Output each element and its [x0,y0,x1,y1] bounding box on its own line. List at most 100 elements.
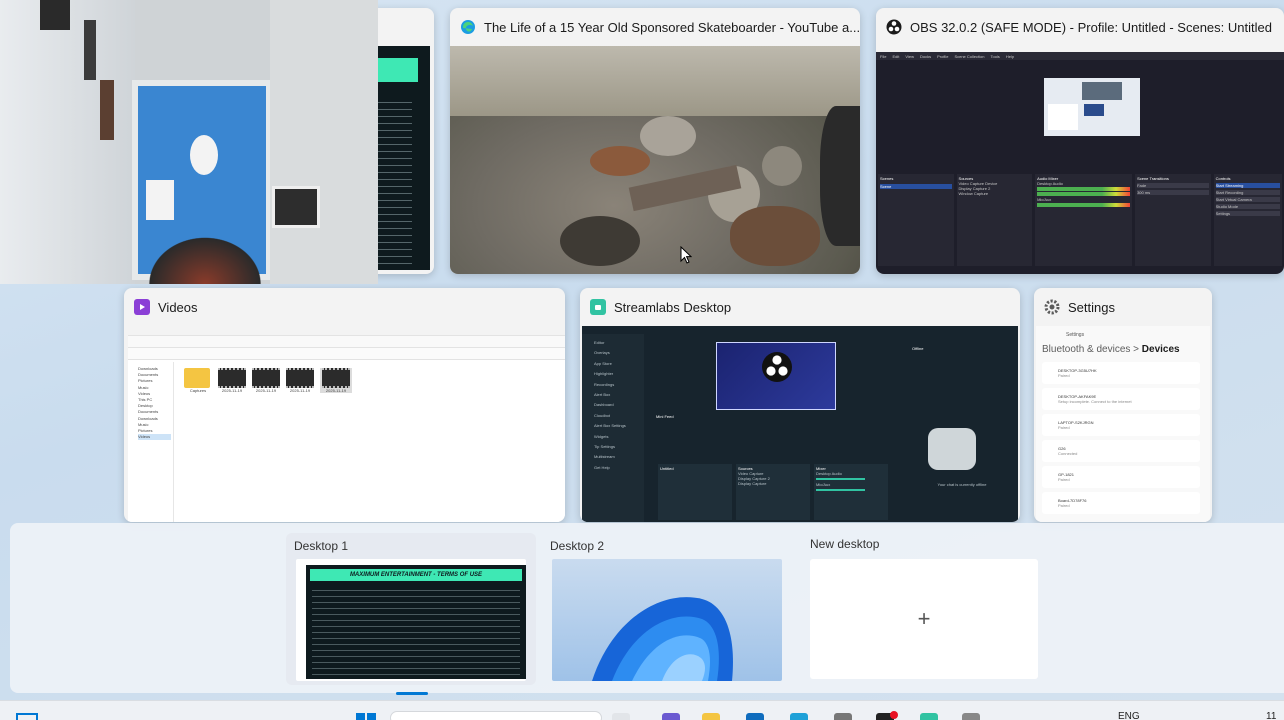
desktop-1-label: Desktop 1 [294,539,349,553]
task-view-icon[interactable] [612,713,630,720]
obs-menu-docks[interactable]: Docks [920,54,931,59]
sources-dock: Sources Video Capture Display Capture 2 … [736,464,810,520]
device-row[interactable]: LAPTOP-S2KJRGN Paired [1042,414,1200,436]
streamlabs-icon [590,299,606,315]
obs-mixer-dock: Audio Mixer Desktop Audio Mic/Aux [1035,174,1133,266]
device-row[interactable]: DESKTOP-AKFAK9E Setup incomplete. Connect… [1042,388,1200,410]
explorer-nav-pane: Downloads Documents Pictures Music Video… [128,362,174,522]
settings-taskbar-icon[interactable] [962,713,980,720]
search-box[interactable] [390,711,602,720]
file-item[interactable]: 2025-11-19 [286,368,314,393]
device-row[interactable]: GP-1821 Paired [1042,466,1200,488]
videos-explorer-thumbnail: Downloads Documents Pictures Music Video… [128,324,565,522]
obs-menu-tools[interactable]: Tools [990,54,999,59]
obs-menu-profile[interactable]: Profile [937,54,948,59]
device-row[interactable]: DESKTOP-3G5U7HK Paired [1042,362,1200,384]
streamlabs-preview [716,342,836,410]
file-item[interactable]: 2025-11-19 [252,368,280,393]
nav-item[interactable]: Tip Settings [594,442,642,452]
streamlabs-offline-label: Offline [912,346,924,351]
device-row[interactable]: G26 Connected [1042,440,1200,462]
nav-item[interactable]: Videos [138,434,171,441]
dock-title: Untitled [660,466,674,471]
desktop-1-card[interactable]: Desktop 1 MAXIMUM ENTERTAINMENT - TERMS … [286,533,536,695]
widgets-icon[interactable] [16,713,38,720]
new-desktop-card[interactable]: New desktop + [800,533,1050,685]
breadcrumb-parent[interactable]: Bluetooth & devices [1042,344,1130,355]
obs-dock-title: Scene Transitions [1137,176,1169,181]
nav-item[interactable]: Multistream [594,452,642,462]
streamlabs-chat-icon [928,428,976,470]
nav-item[interactable]: Get Help [594,463,642,473]
obs-sources-dock: Sources Video Capture Device Display Cap… [956,174,1033,266]
window-title-bar: OBS 32.0.2 (SAFE MODE) - Profile: Untitl… [876,8,1284,46]
edge-taskbar-icon[interactable] [790,713,808,720]
nav-item[interactable]: Alert Box [594,390,642,400]
window-card-obs[interactable]: OBS 32.0.2 (SAFE MODE) - Profile: Untitl… [876,8,1284,274]
obs-source-item[interactable]: Window Capture [959,191,1031,196]
window-card-streamlabs[interactable]: Streamlabs Desktop Editor Overlays App S… [580,288,1020,522]
mini-feed-label: Mini Feed [656,414,674,419]
obs-virtual-camera-button[interactable]: Start Virtual Camera [1215,197,1280,202]
nav-item[interactable]: Overlays [594,348,642,358]
app-taskbar-icon[interactable] [834,713,852,720]
copilot-icon[interactable] [662,713,680,720]
obs-meter[interactable] [1037,187,1131,191]
streamlabs-taskbar-icon[interactable] [920,713,938,720]
obs-transition-select[interactable]: Fade [1137,183,1209,188]
obs-meter[interactable] [1037,192,1131,196]
obs-scene-item[interactable]: Scene [880,184,952,189]
mail-icon[interactable] [746,713,764,720]
obs-studio-mode-button[interactable]: Studio Mode [1215,204,1280,209]
nav-item[interactable]: Editor [594,338,642,348]
taskbar: ENG 11 [0,700,1284,720]
file-item[interactable]: Captures [184,368,212,393]
mixer-channel: Mic/Aux [816,482,831,487]
obs-menu-view[interactable]: View [905,54,914,59]
obs-start-streaming-button[interactable]: Start Streaming [1215,183,1280,188]
nav-item[interactable]: Recordings [594,380,642,390]
breadcrumb-current: Devices [1141,344,1180,355]
obs-settings-button[interactable]: Settings [1215,211,1280,216]
clock[interactable]: 11 [1266,712,1276,720]
obs-menu-help[interactable]: Help [1006,54,1014,59]
obs-dock-title: Controls [1215,176,1231,181]
new-desktop-label: New desktop [810,537,880,551]
obs-scenes-dock: Scenes Scene [878,174,954,266]
device-row[interactable]: Board-7D78F76 Paired [1042,492,1200,514]
nav-item[interactable]: App Store [594,359,642,369]
source-item[interactable]: Display Capture [738,481,808,486]
new-desktop-button[interactable]: + [810,559,1038,679]
window-title-bar: The Life of a 15 Year Old Sponsored Skat… [450,8,860,46]
nav-item[interactable]: Dashboard [594,400,642,410]
file-item[interactable]: 2025-11-19 [218,368,246,393]
mixer-slider[interactable] [816,478,865,480]
obs-start-recording-button[interactable]: Start Recording [1215,190,1280,195]
file-explorer-icon[interactable] [702,713,720,720]
youtube-video-thumbnail [450,46,860,274]
nav-item[interactable]: Cloudbot [594,411,642,421]
obs-meter[interactable] [1037,203,1131,207]
obs-menu-edit[interactable]: Edit [892,54,899,59]
nav-item[interactable]: Alert Box Settings [594,421,642,431]
language-indicator[interactable]: ENG [1118,712,1140,720]
mixer-slider[interactable] [816,489,865,491]
webcam-overlay [0,0,378,284]
obs-icon [886,19,902,35]
nav-item[interactable]: Highlighter [594,369,642,379]
obs-transitions-dock: Scene Transitions Fade 300 ms [1135,174,1211,266]
obs-duration[interactable]: 300 ms [1137,190,1209,195]
window-card-youtube[interactable]: The Life of a 15 Year Old Sponsored Skat… [450,8,860,274]
desktop-1-thumbnail: MAXIMUM ENTERTAINMENT - TERMS OF USE [296,559,526,681]
start-button-icon[interactable] [356,713,376,720]
obs-docks: Scenes Scene Sources Video Capture Devic… [876,172,1284,268]
nav-item[interactable]: Widgets [594,432,642,442]
obs-menu-file[interactable]: File [880,54,886,59]
settings-window-thumbnail: Settings Bluetooth & devices > Devices D… [1036,326,1210,522]
obs-controls-dock: Controls Start Streaming Start Recording… [1213,174,1282,266]
obs-menu-scene-collection[interactable]: Scene Collection [954,54,984,59]
file-item[interactable]: 2025-11-19 [320,368,352,393]
window-card-settings[interactable]: Settings Settings Bluetooth & devices > … [1034,288,1212,522]
window-card-videos[interactable]: Videos Downloads Documents Pictures Musi… [124,288,565,522]
desktop-2-card[interactable]: Desktop 2 [542,533,792,685]
